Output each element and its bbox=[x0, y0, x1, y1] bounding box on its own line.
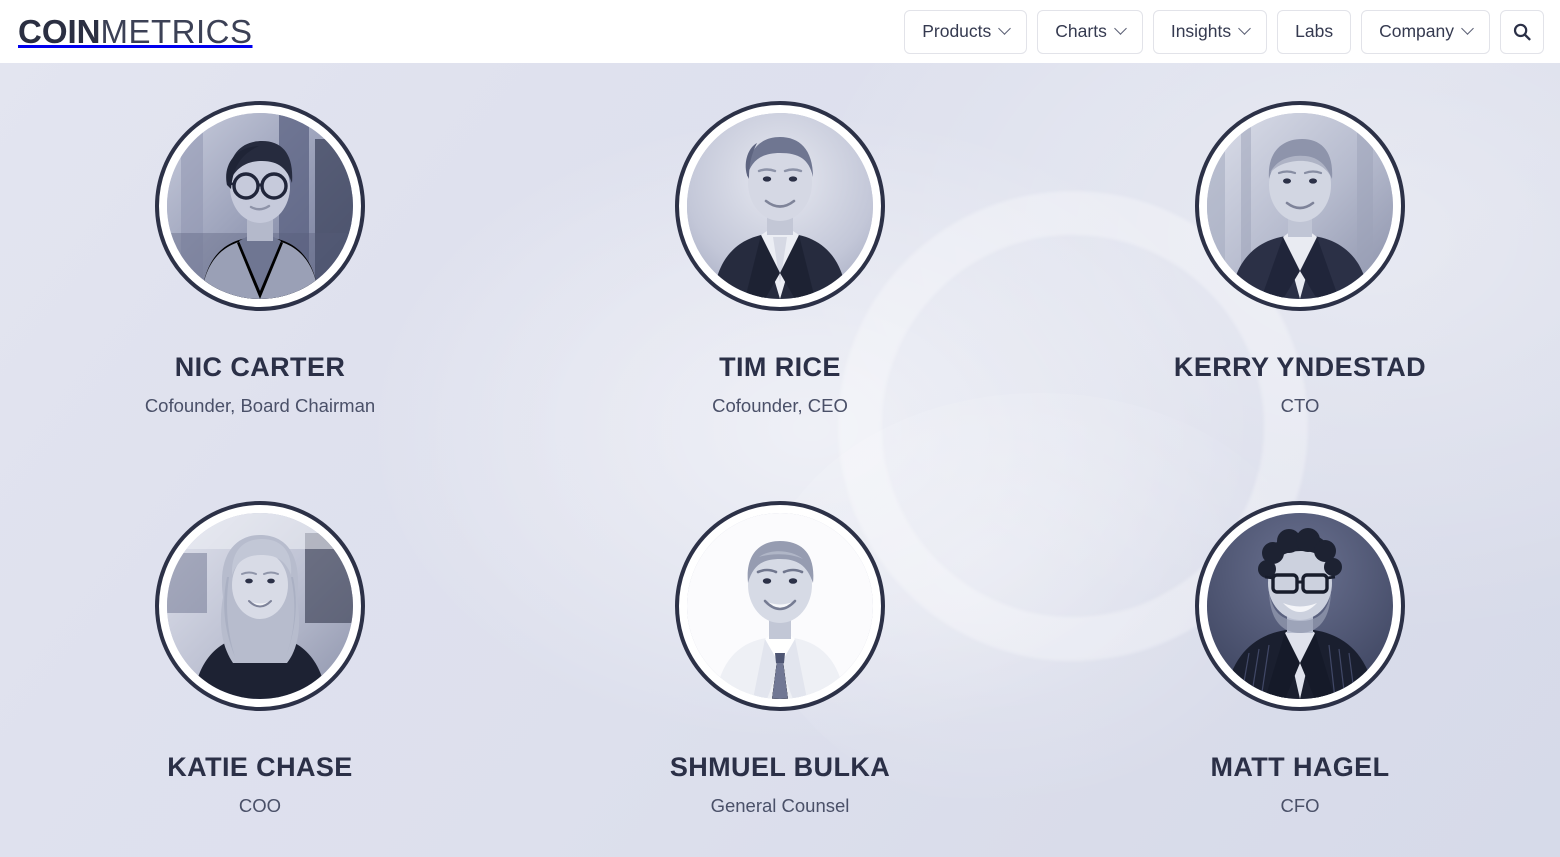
member-role: General Counsel bbox=[710, 795, 850, 816]
member-role: CTO bbox=[1280, 395, 1320, 416]
member-portrait-ring bbox=[675, 101, 885, 311]
brand-logo[interactable]: COIN METRICS bbox=[18, 15, 253, 48]
member-portrait-ring bbox=[1195, 101, 1405, 311]
avatar bbox=[687, 113, 873, 299]
member-name: TIM RICE bbox=[719, 352, 841, 382]
nav-item-charts[interactable]: Charts bbox=[1037, 9, 1143, 54]
primary-navigation: Products Charts Insights Labs Company bbox=[904, 9, 1544, 54]
nav-item-insights[interactable]: Insights bbox=[1152, 9, 1268, 54]
avatar bbox=[687, 513, 873, 699]
avatar bbox=[1207, 113, 1393, 299]
avatar bbox=[167, 113, 353, 299]
team-member-card[interactable]: TIM RICE Cofounder, CEO bbox=[520, 101, 1040, 501]
nav-item-products[interactable]: Products bbox=[904, 9, 1028, 54]
team-member-card[interactable]: NIC CARTER Cofounder, Board Chairman bbox=[0, 101, 520, 501]
chevron-down-icon bbox=[1113, 22, 1127, 35]
chevron-down-icon bbox=[998, 22, 1012, 35]
brand-logo-light: METRICS bbox=[100, 13, 253, 50]
member-portrait-ring bbox=[675, 501, 885, 711]
member-portrait-ring bbox=[155, 501, 365, 711]
nav-item-company[interactable]: Company bbox=[1361, 9, 1490, 54]
member-name: KATIE CHASE bbox=[167, 752, 353, 782]
member-portrait-ring bbox=[1195, 501, 1405, 711]
site-header: COIN METRICS Products Charts Insights Lab… bbox=[0, 0, 1560, 63]
chevron-down-icon bbox=[1461, 22, 1474, 35]
member-role: Cofounder, Board Chairman bbox=[144, 395, 376, 416]
search-button[interactable] bbox=[1500, 9, 1544, 54]
avatar bbox=[1207, 513, 1393, 699]
member-role: Cofounder, CEO bbox=[712, 395, 848, 416]
member-role: COO bbox=[238, 795, 282, 816]
nav-item-insights-label: Insights bbox=[1170, 20, 1232, 41]
nav-item-labs[interactable]: Labs bbox=[1277, 9, 1352, 54]
member-portrait-ring bbox=[155, 101, 365, 311]
nav-item-products-label: Products bbox=[922, 20, 992, 41]
team-member-card[interactable]: MATT HAGEL CFO bbox=[1040, 501, 1560, 857]
search-icon bbox=[1513, 23, 1531, 40]
team-member-card[interactable]: KERRY YNDESTAD CTO bbox=[1040, 101, 1560, 501]
chevron-down-icon bbox=[1238, 22, 1252, 35]
nav-item-company-label: Company bbox=[1379, 20, 1454, 41]
nav-item-charts-label: Charts bbox=[1055, 20, 1107, 41]
member-name: MATT HAGEL bbox=[1210, 752, 1390, 782]
team-grid: NIC CARTER Cofounder, Board Chairman TIM… bbox=[0, 63, 1560, 857]
brand-logo-bold: COIN bbox=[18, 13, 101, 50]
member-name: NIC CARTER bbox=[174, 352, 346, 382]
member-name: SHMUEL BULKA bbox=[669, 752, 891, 782]
team-section: NIC CARTER Cofounder, Board Chairman TIM… bbox=[0, 63, 1560, 857]
member-name: KERRY YNDESTAD bbox=[1173, 352, 1427, 382]
member-role: CFO bbox=[1280, 795, 1320, 816]
team-member-card[interactable]: KATIE CHASE COO bbox=[0, 501, 520, 857]
avatar bbox=[167, 513, 353, 699]
nav-item-labs-label: Labs bbox=[1295, 20, 1334, 41]
team-member-card[interactable]: SHMUEL BULKA General Counsel bbox=[520, 501, 1040, 857]
